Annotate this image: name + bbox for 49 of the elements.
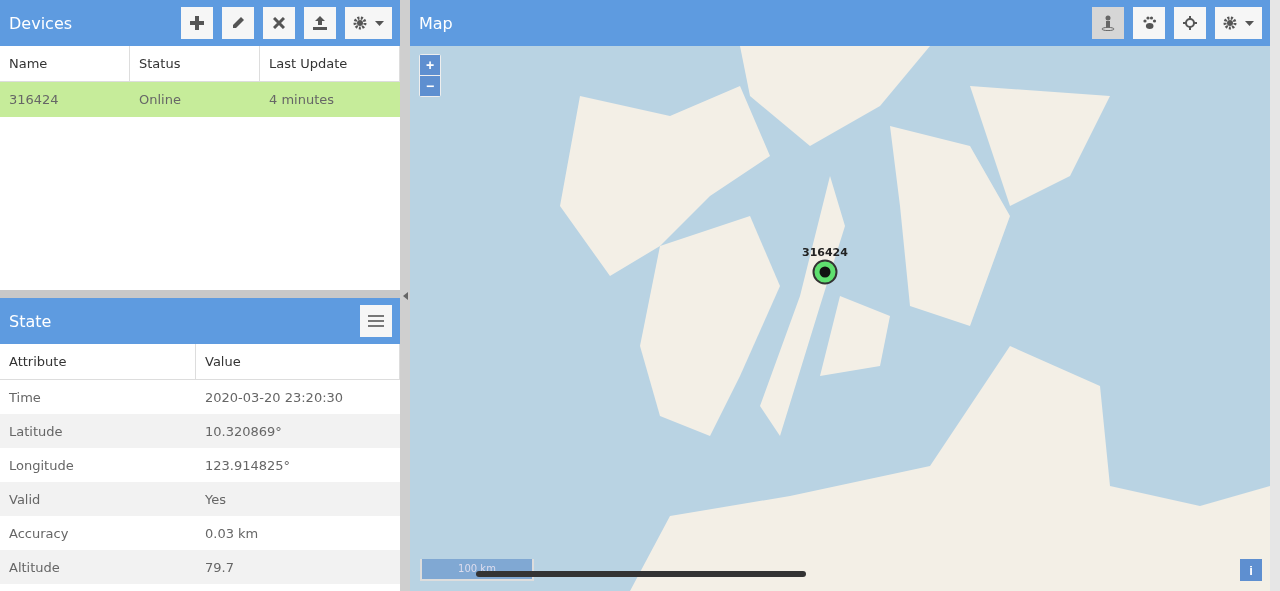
close-icon bbox=[273, 17, 285, 29]
pencil-icon bbox=[231, 16, 245, 30]
crosshair-icon bbox=[1183, 16, 1197, 30]
attribute-name: Accuracy bbox=[8, 525, 70, 541]
toolbar-button[interactable] bbox=[1215, 7, 1262, 39]
column-header[interactable]: Attribute bbox=[0, 344, 196, 379]
attribute-value: Yes bbox=[204, 491, 227, 507]
panel-title: Map bbox=[419, 13, 453, 33]
toolbar-button[interactable] bbox=[222, 7, 254, 39]
caret-icon bbox=[1245, 20, 1254, 26]
column-header[interactable]: Status bbox=[130, 46, 260, 81]
location-marker-icon[interactable] bbox=[811, 259, 838, 285]
settings-icon bbox=[353, 16, 367, 30]
caret-icon bbox=[402, 291, 408, 300]
splitter-handle[interactable] bbox=[0, 290, 400, 298]
panel-title: Devices bbox=[9, 13, 73, 33]
toolbar-button[interactable] bbox=[1092, 7, 1124, 39]
toolbar-button[interactable] bbox=[1174, 7, 1206, 39]
panel-title: State bbox=[9, 311, 52, 331]
column-header[interactable]: Name bbox=[0, 46, 130, 81]
attribute-value: 0.03 km bbox=[204, 525, 260, 541]
toolbar-button[interactable] bbox=[304, 7, 336, 39]
table-cell-text: 316424 bbox=[8, 92, 60, 107]
paw-icon bbox=[1141, 16, 1157, 30]
attribute-name: Longitude bbox=[8, 457, 75, 473]
attribute-name: Altitude bbox=[8, 559, 61, 575]
attribute-name: Valid bbox=[8, 491, 42, 507]
caret-icon bbox=[375, 20, 384, 26]
table-cell-text: Online bbox=[138, 92, 182, 107]
settings-icon bbox=[1223, 16, 1237, 30]
attribute-value: 79.7 bbox=[204, 559, 235, 575]
upload-icon bbox=[313, 16, 327, 30]
table-cell-text: 4 minutes bbox=[268, 92, 336, 107]
plus-icon bbox=[190, 16, 204, 30]
toolbar-button[interactable] bbox=[345, 7, 392, 39]
list-icon bbox=[368, 315, 384, 327]
attribute-value: 2020-03-20 23:20:30 bbox=[204, 389, 345, 405]
toolbar-button[interactable] bbox=[360, 305, 392, 337]
person-icon bbox=[1101, 15, 1115, 31]
toolbar-button[interactable] bbox=[1133, 7, 1165, 39]
marker-label: 316424 bbox=[802, 246, 848, 259]
device-row[interactable]: 316424 Online 4 minutes bbox=[0, 82, 400, 117]
attribute-name: Latitude bbox=[8, 423, 64, 439]
attribute-value: 10.320869° bbox=[204, 423, 283, 439]
splitter-handle[interactable] bbox=[400, 0, 410, 591]
attribute-name: Time bbox=[8, 389, 42, 405]
toolbar-button[interactable] bbox=[263, 7, 295, 39]
toolbar-button[interactable] bbox=[181, 7, 213, 39]
attribute-value: 123.914825° bbox=[204, 457, 292, 473]
